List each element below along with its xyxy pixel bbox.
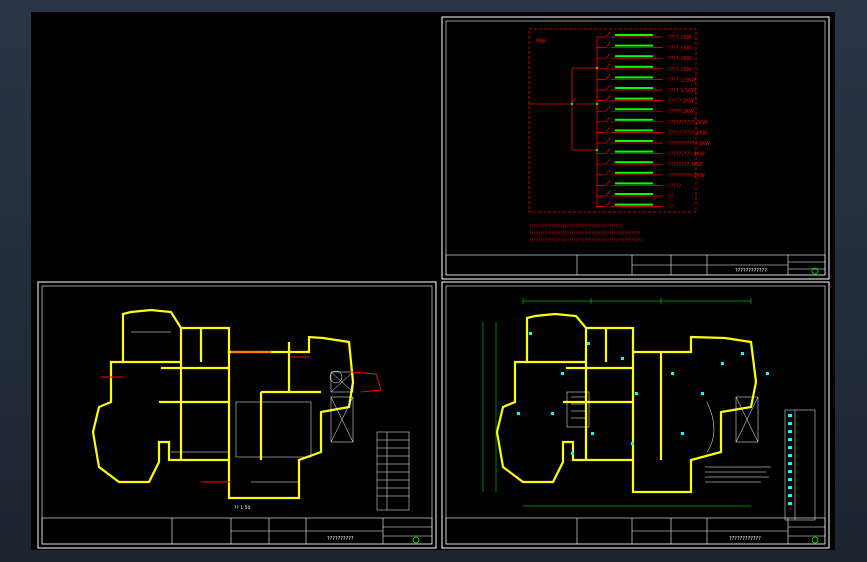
plan-right-fixtures	[517, 332, 769, 455]
sheet-plan-left[interactable]: ?? 1:50 ??????????	[37, 281, 437, 549]
schematic-note: ????????????????????????????????????????…	[529, 231, 640, 236]
circuit-label: ????????? 2KW	[668, 173, 705, 179]
breaker-label	[615, 55, 653, 58]
plan-left-scale: ?? 1:50	[234, 505, 250, 511]
breaker-label	[615, 97, 653, 100]
circuit-label: ???? 1KW	[668, 35, 691, 41]
breaker-label	[615, 76, 653, 79]
panel-label: PW	[536, 38, 546, 45]
breaker-label	[615, 150, 653, 153]
plan-right-title-block	[445, 517, 826, 545]
breaker-label	[615, 108, 653, 111]
breaker-label	[615, 118, 653, 121]
circuit-label: ??	[668, 205, 674, 211]
circuit-label: ??	[668, 194, 674, 200]
drawing-canvas[interactable]: PW ???? 1KW ???? 1KW ???? 1KW???? 1KW ????…	[31, 12, 835, 550]
breaker-label	[615, 171, 653, 174]
cad-drawing: PW ???? 1KW ???? 1KW ???? 1KW???? 1KW???? …	[37, 16, 830, 549]
plan-left-title: ??????????	[327, 536, 354, 542]
circuit-label: ???? 1KW	[668, 56, 691, 62]
sheet-plan-right[interactable]: ????????????	[441, 281, 830, 549]
main-feeder	[529, 37, 598, 208]
plan-right-title: ????????????	[729, 536, 761, 542]
circuit-label: ?????????? 1KW	[668, 130, 707, 136]
circuit-label: ????? 2KW	[668, 109, 694, 115]
plan-left-legend	[376, 431, 410, 511]
breaker-label	[615, 182, 653, 185]
schematic-title: ????????????	[735, 268, 767, 274]
circuit-breakers	[615, 34, 653, 206]
circuit-label: ???????? 1KW	[668, 162, 702, 168]
circuit-label: ?????	[668, 183, 682, 189]
feeder-dots	[570, 66, 599, 152]
viewport: PW ???? 1KW ???? 1KW ???? 1KW???? 1KW ????…	[0, 0, 867, 562]
breaker-label	[615, 203, 653, 206]
plan-right-walls	[495, 312, 758, 494]
schematic-note: ????????????????????????????????????????…	[529, 238, 642, 243]
plan-left-title-block	[41, 517, 433, 545]
breaker-label	[615, 140, 653, 142]
circuit-label: ?????????? 2KW	[668, 120, 707, 126]
plan-right-notes	[705, 466, 771, 483]
breaker-label	[615, 161, 653, 164]
plan-right-legend-symbols	[788, 414, 792, 505]
schematic-title-block	[445, 254, 826, 276]
stamp-icon	[412, 536, 420, 544]
schematic-notes: ????????????????????????????????????????…	[529, 224, 642, 243]
circuit-label: ???? 1.5KW	[668, 88, 696, 94]
stamp-icon	[811, 536, 819, 544]
plan-left-walls	[91, 308, 355, 500]
circuit-label: ???? 1KW	[668, 46, 691, 52]
circuit-label: ???? 1.5KW	[668, 77, 696, 83]
breaker-label	[615, 65, 653, 68]
sheet-schematic[interactable]: PW ???? 1KW ???? 1KW ???? 1KW???? 1KW???? …	[441, 16, 830, 280]
plan-left-accents	[101, 351, 382, 483]
plan-left-details	[131, 331, 354, 483]
breaker-label	[615, 129, 653, 132]
circuit-label: ???? 1KW	[668, 67, 691, 73]
breaker-label	[615, 193, 653, 195]
circuit-labels: ???? 1KW ???? 1KW ???? 1KW ???? 1KW ???? 1.5…	[668, 35, 710, 211]
circuit-label: ????? 2KW	[668, 99, 694, 105]
circuit-label: ????????? 1KW	[668, 152, 705, 158]
breaker-label	[615, 34, 653, 36]
schematic-note: ????????????????????????????????????????…	[529, 224, 622, 229]
breaker-label	[615, 87, 653, 89]
circuit-label: ??????????? 1KW	[668, 141, 710, 147]
breaker-label	[615, 44, 653, 47]
